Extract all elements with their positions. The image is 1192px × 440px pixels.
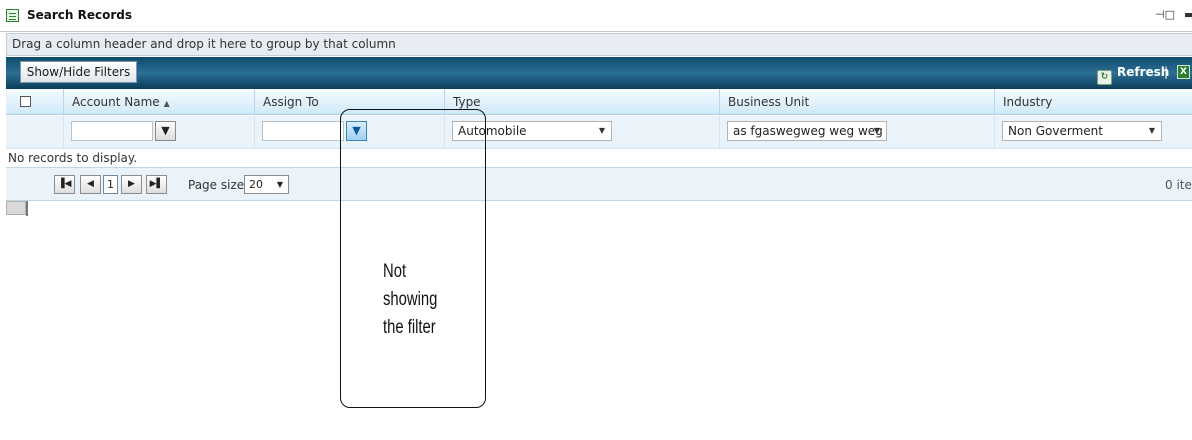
horizontal-scrollbar[interactable] — [6, 201, 26, 215]
grid-filter-row: ▼ ▼ Automobile ▼ as fgaswegweg weg weg ▼… — [6, 116, 1192, 149]
first-page-button[interactable]: ▐◀ — [54, 175, 75, 194]
page-size-value: 20 — [249, 178, 263, 191]
toolbar-separator: | — [1164, 65, 1169, 79]
filter-icon: ▼ — [161, 124, 170, 137]
annotation-callout-box: Not showing the filter — [340, 109, 486, 408]
column-header-account-name[interactable]: Account Name ▲ — [63, 89, 254, 114]
industry-filter-value: Non Goverment — [1008, 124, 1103, 138]
chevron-down-icon: ▼ — [276, 180, 283, 189]
minimize-icon[interactable]: ▬ — [1184, 8, 1192, 21]
refresh-label: Refresh — [1117, 65, 1170, 79]
scrollbar-edge — [26, 201, 28, 216]
annotation-text: Not showing the filter — [383, 261, 438, 338]
assign-to-filter-input[interactable] — [262, 121, 344, 141]
last-page-icon: ▶▌ — [149, 179, 164, 189]
select-all-header — [6, 89, 63, 114]
items-count: 0 items — [1165, 178, 1192, 192]
column-label: Business Unit — [728, 95, 810, 109]
pin-icon[interactable]: ⊣□ — [1155, 8, 1175, 21]
column-divider — [994, 116, 995, 149]
column-header-type[interactable]: Type — [444, 89, 719, 114]
industry-filter-dropdown[interactable]: Non Goverment ▼ — [1002, 121, 1162, 141]
grid-pager: ▐◀ ◀ 1 ▶ ▶▌ Page size: 20 ▼ 0 items — [6, 167, 1192, 201]
column-divider — [63, 116, 64, 149]
column-divider — [254, 116, 255, 149]
page-number-1[interactable]: 1 — [103, 175, 118, 194]
excel-icon[interactable]: X — [1177, 65, 1190, 79]
window-titlebar: Search Records ⊣□ ▬ — [0, 0, 1192, 32]
chevron-down-icon: ▼ — [1148, 126, 1155, 135]
grid-header-row: Account Name ▲ Assign To Type Business Un… — [6, 89, 1192, 115]
page-size-label: Page size: — [188, 178, 249, 192]
chevron-down-icon: ▼ — [873, 126, 880, 135]
account-name-filter-button[interactable]: ▼ — [155, 121, 176, 141]
no-records-message: No records to display. — [8, 151, 138, 165]
column-label: Industry — [1003, 95, 1053, 109]
next-page-button[interactable]: ▶ — [121, 175, 142, 194]
last-page-button[interactable]: ▶▌ — [146, 175, 167, 194]
business-unit-filter-dropdown[interactable]: as fgaswegweg weg weg ▼ — [727, 121, 887, 141]
show-hide-filters-button[interactable]: Show/Hide Filters — [20, 61, 137, 83]
chevron-down-icon: ▼ — [598, 126, 605, 135]
refresh-icon: ↻ — [1097, 70, 1112, 85]
document-list-icon — [6, 9, 19, 22]
column-divider — [719, 116, 720, 149]
previous-page-button[interactable]: ◀ — [80, 175, 101, 194]
refresh-button[interactable]: ↻ Refresh — [1097, 65, 1169, 85]
group-panel-hint: Drag a column header and drop it here to… — [12, 37, 396, 51]
select-all-checkbox[interactable] — [20, 96, 31, 107]
next-page-icon: ▶ — [128, 179, 135, 189]
group-panel[interactable]: Drag a column header and drop it here to… — [6, 33, 1192, 56]
window-title: Search Records — [27, 8, 133, 22]
grid-toolbar: Show/Hide Filters ↻ Refresh | X — [6, 57, 1192, 89]
column-label: Assign To — [263, 95, 319, 109]
column-label: Type — [453, 95, 481, 109]
page-size-dropdown[interactable]: 20 ▼ — [244, 175, 289, 194]
column-header-business-unit[interactable]: Business Unit — [719, 89, 994, 114]
previous-page-icon: ◀ — [87, 179, 94, 189]
sort-ascending-icon: ▲ — [163, 99, 170, 108]
business-unit-filter-value: as fgaswegweg weg weg — [733, 124, 883, 138]
column-header-industry[interactable]: Industry — [994, 89, 1192, 114]
account-name-filter-input[interactable] — [71, 121, 153, 141]
first-page-icon: ▐◀ — [57, 179, 72, 189]
column-label: Account Name — [72, 95, 160, 109]
